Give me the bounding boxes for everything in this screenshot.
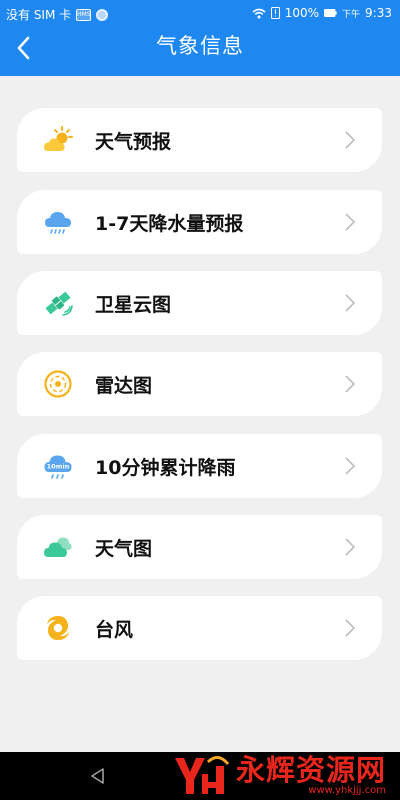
notification-dot-icon — [96, 8, 109, 21]
chevron-right-icon — [345, 131, 356, 149]
carrier-text: 没有 SIM 卡 — [6, 8, 72, 22]
menu-item-label: 天气图 — [95, 538, 153, 560]
menu-item-radar[interactable]: 雷达图 — [17, 352, 382, 416]
time-prefix-text: 下午 — [342, 9, 361, 20]
chevron-right-icon — [345, 619, 356, 637]
rain-cloud-icon — [43, 207, 73, 237]
radar-icon — [43, 369, 73, 399]
menu-item-label: 1-7天降水量预报 — [95, 213, 244, 235]
chevron-right-icon — [345, 213, 356, 231]
menu-item-precipitation-forecast[interactable]: 1-7天降水量预报 — [17, 190, 382, 254]
sim-icon: HMS — [76, 8, 92, 21]
nav-back-triangle-icon[interactable] — [88, 766, 108, 786]
status-right: 100% 下午 9:33 — [252, 6, 392, 20]
typhoon-icon — [43, 613, 73, 643]
chevron-right-icon — [345, 457, 356, 475]
alert-icon — [270, 7, 280, 19]
status-left: 没有 SIM 卡 HMS — [6, 6, 109, 23]
menu-item-satellite-cloud[interactable]: 卫星云图 — [17, 271, 382, 335]
menu-item-weather-forecast[interactable]: 天气预报 — [17, 108, 382, 172]
menu-item-label: 卫星云图 — [95, 294, 172, 316]
chevron-right-icon — [345, 375, 356, 393]
rain-10min-icon: 10min — [43, 451, 73, 481]
menu-item-label: 10分钟累计降雨 — [95, 457, 236, 479]
watermark: 永辉资源网 www.yhkjjj.com — [172, 754, 386, 798]
menu-item-label: 雷达图 — [95, 375, 153, 397]
time-text: 9:33 — [365, 6, 392, 20]
chevron-right-icon — [345, 294, 356, 312]
rain-10min-text: 10min — [47, 463, 70, 471]
system-nav-bar: 永辉资源网 www.yhkjjj.com — [0, 752, 400, 800]
menu-item-weather-map[interactable]: 天气图 — [17, 515, 382, 579]
battery-icon — [324, 9, 337, 17]
watermark-title: 永辉资源网 — [235, 753, 386, 787]
status-bar: 没有 SIM 卡 HMS 100% 下午 9:33 — [0, 0, 400, 26]
app-header: 没有 SIM 卡 HMS 100% 下午 9:33 气象信息 — [0, 0, 400, 76]
wifi-icon — [252, 8, 266, 19]
menu-item-label: 天气预报 — [95, 131, 172, 153]
page-title: 气象信息 — [156, 34, 244, 58]
chevron-right-icon — [345, 538, 356, 556]
battery-text: 100% — [284, 6, 320, 20]
menu-item-label: 台风 — [95, 619, 134, 641]
sun-cloud-icon — [43, 125, 73, 155]
watermark-url: www.yhkjjj.com — [308, 785, 386, 796]
menu-item-10min-rainfall[interactable]: 10min 10分钟累计降雨 — [17, 434, 382, 498]
watermark-logo — [174, 756, 230, 794]
cloud-icon — [43, 532, 73, 562]
satellite-icon — [43, 288, 73, 318]
menu-item-typhoon[interactable]: 台风 — [17, 596, 382, 660]
